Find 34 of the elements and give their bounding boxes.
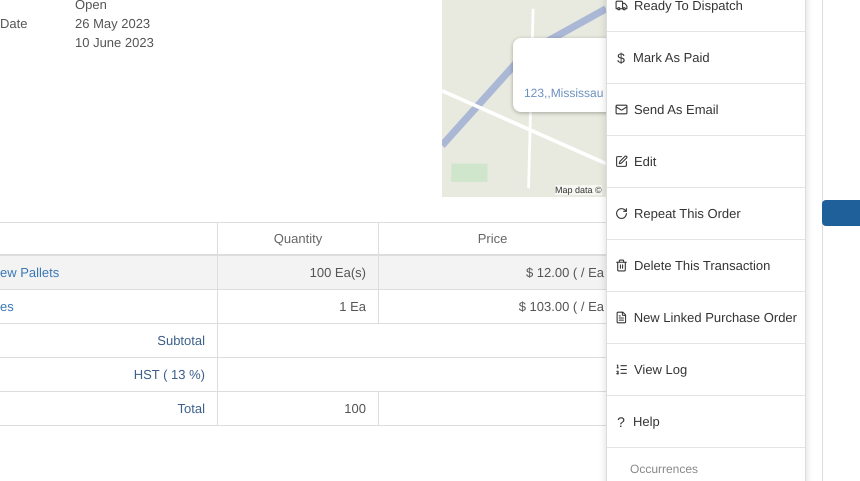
table-cell: $ 103.00 ( / Ea [378, 290, 606, 324]
menu-item[interactable]: Ready To Dispatch [607, 0, 805, 32]
menu-item[interactable]: Delete This Transaction [607, 240, 805, 292]
trash-icon [615, 259, 628, 272]
envelope-icon [615, 103, 628, 116]
button[interactable] [822, 200, 860, 226]
table-cell: 1 Ea [217, 290, 378, 324]
map-attribution: Map data © [555, 185, 602, 195]
detail-value: 26 May 2023 [75, 16, 152, 33]
help-icon: ? [615, 414, 627, 430]
menu-item[interactable]: Repeat This Order [607, 188, 805, 240]
menu-item[interactable]: ? Help [607, 396, 805, 448]
menu-item[interactable]: New Linked Purchase Order [607, 292, 805, 344]
item-link[interactable]: ew Pallets [0, 256, 217, 290]
rotate-icon [615, 207, 628, 220]
detail-value: 10 June 2023 [75, 35, 155, 52]
menu-item[interactable]: Send As Email [607, 84, 805, 136]
dollar-icon: $ [615, 50, 627, 66]
menu-item[interactable]: $ Mark As Paid [607, 32, 805, 84]
detail-label: Date [0, 16, 28, 33]
document-icon [615, 311, 628, 324]
table-cell: 100 [217, 392, 378, 426]
detail-value: Open [75, 0, 108, 14]
column-header: Price [378, 222, 606, 256]
menu-item[interactable]: Edit [607, 136, 805, 188]
edit-icon [615, 155, 628, 168]
menu-section-header: Occurrences [629, 461, 700, 478]
map-placeholder[interactable]: 123,,Mississau Map data © [442, 0, 606, 197]
list-icon [615, 363, 628, 376]
column-header: Quantity [217, 222, 378, 256]
menu-item[interactable]: View Log [607, 344, 805, 396]
table-cell: 100 Ea(s) [217, 256, 378, 290]
truck-icon [615, 0, 628, 12]
table-cell: $ 12.00 ( / Ea [378, 256, 606, 290]
